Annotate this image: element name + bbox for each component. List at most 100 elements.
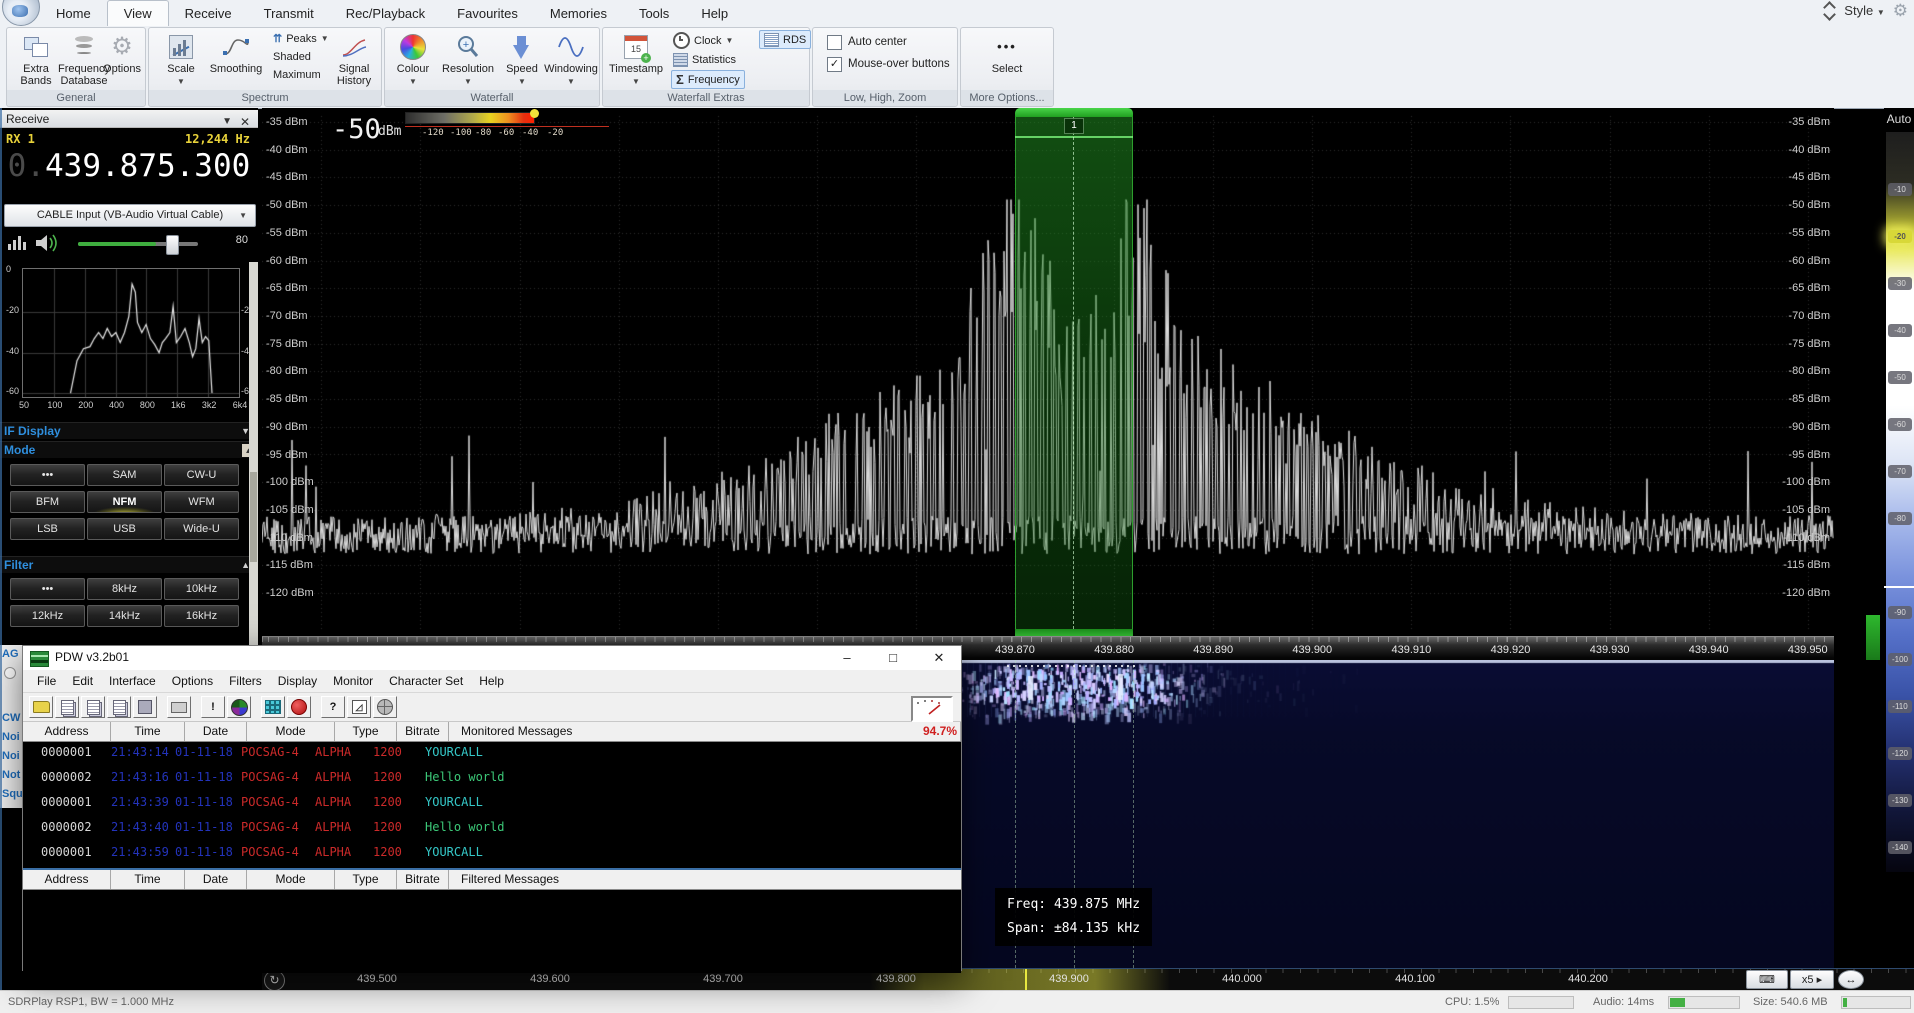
scrollbar-thumb[interactable] <box>250 472 257 562</box>
waterfall-range-slider[interactable]: Auto -10-20-30-40-50-60-70-80-90-100-110… <box>1884 108 1914 990</box>
mode-wfm-button[interactable]: WFM <box>164 491 239 513</box>
range-tick--90[interactable]: -90 <box>1888 606 1912 619</box>
column-header-bitrate[interactable]: Bitrate <box>397 870 449 889</box>
tab-rec-playback[interactable]: Rec/Playback <box>330 0 441 26</box>
app-menu-button[interactable] <box>2 0 40 26</box>
column-header-mode[interactable]: Mode <box>247 870 335 889</box>
range-tick--120[interactable]: -120 <box>1888 747 1912 760</box>
filter-14khz-button[interactable]: 14kHz <box>87 605 162 627</box>
pan-button[interactable]: ↔ <box>1838 970 1864 989</box>
spectrum-display[interactable]: -50 dBm -120-100-80-60-40-20 -35 dBm-40 … <box>262 108 1834 660</box>
help-balloon-icon[interactable]: ? <box>321 696 345 718</box>
style-button[interactable]: Style ▼ <box>1844 3 1884 18</box>
range-tick--40[interactable]: -40 <box>1888 324 1912 337</box>
volume-slider[interactable] <box>78 242 198 246</box>
mode-nfm-button[interactable]: NFM <box>87 491 162 513</box>
peaks-button[interactable]: ⇈ Peaks▼ <box>273 30 329 47</box>
message-row[interactable]: 000000221:43:4001-11-18POCSAG-4ALPHA1200… <box>23 817 961 842</box>
tab-memories[interactable]: Memories <box>534 0 623 26</box>
mode-sam-button[interactable]: SAM <box>87 464 162 486</box>
range-tick--30[interactable]: -30 <box>1888 277 1912 290</box>
range-tick--140[interactable]: -140 <box>1888 841 1912 854</box>
pdw-decoder-window[interactable]: PDW v3.2b01 – □ ✕ FileEditInterfaceOptio… <box>22 645 962 971</box>
range-tick--60[interactable]: -60 <box>1888 418 1912 431</box>
maximum-button[interactable]: Maximum <box>273 66 321 83</box>
pdw-menu-filters[interactable]: Filters <box>221 674 270 688</box>
passband-top-cap[interactable] <box>1015 108 1133 117</box>
mode---button[interactable]: ••• <box>10 464 85 486</box>
auto-range-label[interactable]: Auto <box>1884 112 1914 126</box>
column-header-monitored-messages[interactable]: Monitored Messages <box>449 722 961 741</box>
radio-button[interactable] <box>4 667 16 679</box>
tuned-frequency[interactable]: 0.439.875.300 <box>0 148 258 184</box>
filter---button[interactable]: ••• <box>10 578 85 600</box>
column-header-mode[interactable]: Mode <box>247 722 335 741</box>
timestamp-button[interactable]: 15 Timestamp▼ <box>607 30 665 88</box>
range-tick--10[interactable]: -10 <box>1888 183 1912 196</box>
range-gradient[interactable] <box>1886 132 1914 872</box>
section-mode[interactable]: Mode▲ <box>0 441 258 458</box>
signal-history-button[interactable]: Signal History <box>331 30 377 87</box>
copy-page-icon[interactable] <box>55 696 79 718</box>
passband-body[interactable] <box>1015 117 1133 629</box>
statistics-button[interactable]: Statistics <box>673 51 736 68</box>
equalizer-icon[interactable] <box>8 236 26 250</box>
speed-button[interactable]: Speed▼ <box>499 30 545 88</box>
shaded-button[interactable]: Shaded <box>273 48 311 65</box>
column-header-date[interactable]: Date <box>185 870 247 889</box>
range-tick--70[interactable]: -70 <box>1888 465 1912 478</box>
smoothing-button[interactable]: Smoothing <box>205 30 267 75</box>
resolution-button[interactable]: + Resolution▼ <box>437 30 499 88</box>
save-disk-icon[interactable] <box>133 696 157 718</box>
band-refresh-button[interactable]: ↻ <box>264 970 285 991</box>
minimize-button[interactable]: – <box>825 646 869 670</box>
tab-transmit[interactable]: Transmit <box>248 0 330 26</box>
message-row[interactable]: 000000121:43:1401-11-18POCSAG-4ALPHA1200… <box>23 742 961 767</box>
pdw-menu-display[interactable]: Display <box>270 674 325 688</box>
pdw-menu-monitor[interactable]: Monitor <box>325 674 381 688</box>
tab-favourites[interactable]: Favourites <box>441 0 534 26</box>
maximize-button[interactable]: □ <box>871 646 915 670</box>
tab-home[interactable]: Home <box>40 0 107 26</box>
reference-level[interactable]: -50 <box>332 114 381 145</box>
pdw-menu-interface[interactable]: Interface <box>101 674 164 688</box>
clock-button[interactable]: Clock▼ <box>673 32 733 49</box>
column-header-time[interactable]: Time <box>111 722 185 741</box>
minimize-box-icon[interactable]: ◿ <box>347 696 371 718</box>
column-header-date[interactable]: Date <box>185 722 247 741</box>
select-button[interactable]: ••• Select <box>978 30 1036 75</box>
pdw-menu-character-set[interactable]: Character Set <box>381 674 471 688</box>
message-row[interactable]: 000000221:43:1601-11-18POCSAG-4ALPHA1200… <box>23 767 961 792</box>
print-icon[interactable] <box>167 696 191 718</box>
record-stop-icon[interactable] <box>287 696 311 718</box>
range-tick--80[interactable]: -80 <box>1888 512 1912 525</box>
windowing-button[interactable]: Windowing▼ <box>543 30 599 88</box>
globe-icon[interactable] <box>373 696 397 718</box>
tab-receive[interactable]: Receive <box>169 0 248 26</box>
range-tick--100[interactable]: -100 <box>1888 653 1912 666</box>
monitored-messages-list[interactable]: 000000121:43:1401-11-18POCSAG-4ALPHA1200… <box>23 742 961 868</box>
column-header-bitrate[interactable]: Bitrate <box>397 722 449 741</box>
pdw-title-bar[interactable]: PDW v3.2b01 – □ ✕ <box>23 646 961 670</box>
monitor-window-icon[interactable] <box>261 696 285 718</box>
modes-pie-icon[interactable] <box>227 696 251 718</box>
pdw-menu-help[interactable]: Help <box>471 674 512 688</box>
audio-device-select[interactable]: CABLE Input (VB-Audio Virtual Cable) ▼ <box>4 204 256 227</box>
range-tick--50[interactable]: -50 <box>1888 371 1912 384</box>
speaker-icon[interactable] <box>34 232 60 254</box>
frequency-toggle-button[interactable]: Σ Frequency <box>671 70 745 89</box>
colorbar[interactable] <box>405 112 535 124</box>
range-tick--20[interactable]: -20 <box>1888 230 1912 243</box>
pdw-menu-options[interactable]: Options <box>164 674 221 688</box>
column-header-time[interactable]: Time <box>111 870 185 889</box>
keyboard-entry-button[interactable]: ⌨ <box>1746 970 1788 989</box>
open-folder-icon[interactable] <box>29 696 53 718</box>
range-tick--130[interactable]: -130 <box>1888 794 1912 807</box>
column-header-type[interactable]: Type <box>335 870 397 889</box>
zoom-level-button[interactable]: x5 ▸ <box>1790 970 1834 989</box>
receive-panel-header[interactable]: Receive ▼ ✕ <box>0 110 258 128</box>
filter-12khz-button[interactable]: 12kHz <box>10 605 85 627</box>
column-header-type[interactable]: Type <box>335 722 397 741</box>
colour-button[interactable]: Colour▼ <box>389 30 437 88</box>
filter-8khz-button[interactable]: 8kHz <box>87 578 162 600</box>
